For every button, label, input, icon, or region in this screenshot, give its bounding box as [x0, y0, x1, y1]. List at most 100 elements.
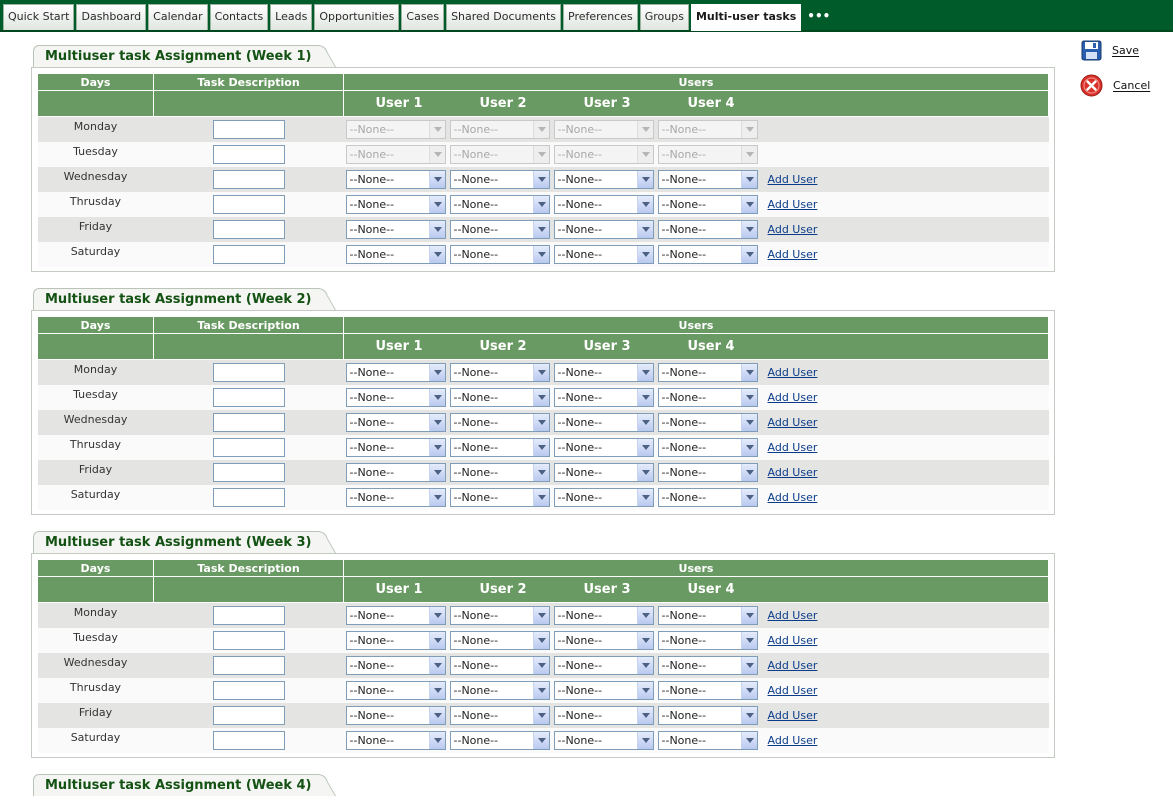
user-select[interactable]: --None-- [345, 487, 446, 507]
add-user-link[interactable]: Add User [768, 173, 818, 186]
user-select[interactable]: --None-- [657, 219, 758, 239]
task-description-input[interactable] [212, 462, 285, 482]
add-user-link[interactable]: Add User [768, 223, 818, 236]
add-user-link[interactable]: Add User [768, 198, 818, 211]
user-select[interactable]: --None-- [449, 219, 550, 239]
user-select[interactable]: --None-- [657, 705, 758, 725]
task-description-input[interactable] [212, 169, 285, 189]
user-select[interactable]: --None-- [449, 412, 550, 432]
add-user-link[interactable]: Add User [768, 391, 818, 404]
user-select[interactable]: --None-- [553, 487, 654, 507]
tab-quick-start[interactable]: Quick Start [3, 4, 75, 30]
add-user-link[interactable]: Add User [768, 609, 818, 622]
user-select[interactable]: --None-- [449, 387, 550, 407]
tab-calendar[interactable]: Calendar [148, 4, 208, 30]
tab-multi-user-tasks[interactable]: Multi-user tasks [690, 4, 802, 31]
task-description-input[interactable] [212, 387, 285, 407]
user-select[interactable]: --None-- [345, 730, 446, 750]
user-select[interactable]: --None-- [657, 680, 758, 700]
user-select[interactable]: --None-- [553, 219, 654, 239]
add-user-link[interactable]: Add User [768, 248, 818, 261]
add-user-link[interactable]: Add User [768, 416, 818, 429]
user-select[interactable]: --None-- [553, 605, 654, 625]
user-select[interactable]: --None-- [345, 362, 446, 382]
user-select[interactable]: --None-- [449, 462, 550, 482]
user-select[interactable]: --None-- [657, 387, 758, 407]
user-select[interactable]: --None-- [657, 169, 758, 189]
user-select[interactable]: --None-- [345, 630, 446, 650]
user-select[interactable]: --None-- [345, 387, 446, 407]
task-description-input[interactable] [212, 655, 285, 675]
user-select[interactable]: --None-- [553, 630, 654, 650]
add-user-link[interactable]: Add User [768, 466, 818, 479]
user-select[interactable]: --None-- [449, 655, 550, 675]
task-description-input[interactable] [212, 412, 285, 432]
cancel-button[interactable]: Cancel [1080, 74, 1150, 97]
user-select[interactable]: --None-- [345, 219, 446, 239]
task-description-input[interactable] [212, 362, 285, 382]
task-description-input[interactable] [212, 244, 285, 264]
user-select[interactable]: --None-- [345, 605, 446, 625]
user-select[interactable]: --None-- [553, 387, 654, 407]
user-select[interactable]: --None-- [553, 655, 654, 675]
user-select[interactable]: --None-- [449, 437, 550, 457]
user-select[interactable]: --None-- [657, 605, 758, 625]
save-button[interactable]: Save [1081, 40, 1139, 61]
task-description-input[interactable] [212, 605, 285, 625]
user-select[interactable]: --None-- [553, 730, 654, 750]
task-description-input[interactable] [212, 630, 285, 650]
tab-dashboard[interactable]: Dashboard [76, 4, 147, 30]
tab-opportunities[interactable]: Opportunities [314, 4, 400, 30]
user-select[interactable]: --None-- [449, 605, 550, 625]
add-user-link[interactable]: Add User [768, 491, 818, 504]
user-select[interactable]: --None-- [345, 194, 446, 214]
user-select[interactable]: --None-- [345, 244, 446, 264]
user-select[interactable]: --None-- [553, 169, 654, 189]
user-select[interactable]: --None-- [449, 169, 550, 189]
user-select[interactable]: --None-- [657, 412, 758, 432]
user-select[interactable]: --None-- [657, 487, 758, 507]
add-user-link[interactable]: Add User [768, 441, 818, 454]
task-description-input[interactable] [212, 680, 285, 700]
more-tabs-button[interactable]: ••• [803, 4, 834, 30]
user-select[interactable]: --None-- [657, 462, 758, 482]
user-select[interactable]: --None-- [657, 362, 758, 382]
tab-preferences[interactable]: Preferences [563, 4, 638, 30]
user-select[interactable]: --None-- [657, 437, 758, 457]
task-description-input[interactable] [212, 194, 285, 214]
tab-cases[interactable]: Cases [401, 4, 445, 30]
user-select[interactable]: --None-- [345, 680, 446, 700]
add-user-link[interactable]: Add User [768, 734, 818, 747]
add-user-link[interactable]: Add User [768, 659, 818, 672]
user-select[interactable]: --None-- [345, 169, 446, 189]
user-select[interactable]: --None-- [657, 194, 758, 214]
task-description-input[interactable] [212, 437, 285, 457]
user-select[interactable]: --None-- [449, 730, 550, 750]
user-select[interactable]: --None-- [345, 705, 446, 725]
tab-leads[interactable]: Leads [270, 4, 313, 30]
user-select[interactable]: --None-- [449, 680, 550, 700]
task-description-input[interactable] [212, 705, 285, 725]
user-select[interactable]: --None-- [449, 487, 550, 507]
user-select[interactable]: --None-- [553, 194, 654, 214]
user-select[interactable]: --None-- [449, 630, 550, 650]
task-description-input[interactable] [212, 487, 285, 507]
user-select[interactable]: --None-- [553, 705, 654, 725]
user-select[interactable]: --None-- [657, 244, 758, 264]
user-select[interactable]: --None-- [553, 412, 654, 432]
add-user-link[interactable]: Add User [768, 366, 818, 379]
task-description-input[interactable] [212, 119, 285, 139]
user-select[interactable]: --None-- [657, 630, 758, 650]
add-user-link[interactable]: Add User [768, 709, 818, 722]
user-select[interactable]: --None-- [553, 244, 654, 264]
user-select[interactable]: --None-- [553, 680, 654, 700]
task-description-input[interactable] [212, 219, 285, 239]
tab-shared-documents[interactable]: Shared Documents [446, 4, 562, 30]
add-user-link[interactable]: Add User [768, 684, 818, 697]
user-select[interactable]: --None-- [345, 437, 446, 457]
user-select[interactable]: --None-- [657, 655, 758, 675]
user-select[interactable]: --None-- [449, 194, 550, 214]
user-select[interactable]: --None-- [553, 462, 654, 482]
user-select[interactable]: --None-- [553, 437, 654, 457]
user-select[interactable]: --None-- [553, 362, 654, 382]
